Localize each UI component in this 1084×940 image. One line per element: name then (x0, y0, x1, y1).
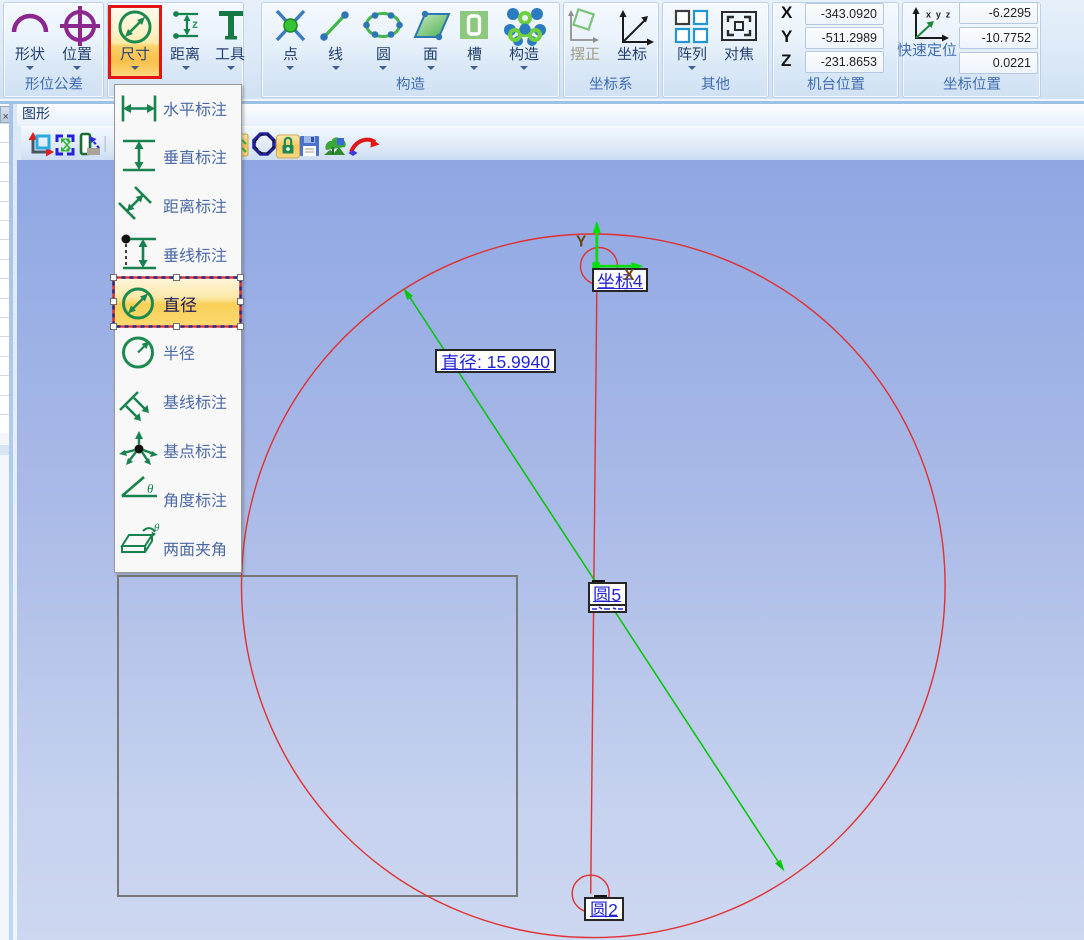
svg-text:θ: θ (154, 522, 160, 534)
svg-text:x y z: x y z (926, 10, 952, 20)
svg-text:Y: Y (576, 234, 587, 251)
svg-text:θ: θ (147, 481, 154, 496)
svg-text:z: z (192, 17, 198, 31)
